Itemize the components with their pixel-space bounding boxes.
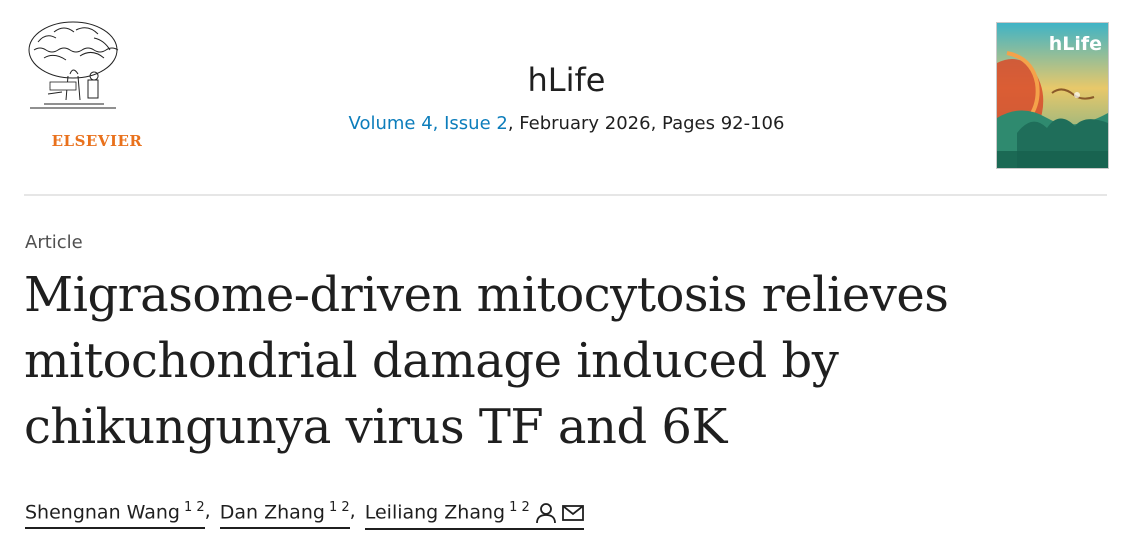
issue-line: Volume 4, Issue 2, February 2026, Pages …: [200, 112, 933, 136]
person-icon: [535, 502, 556, 524]
author-affiliations: 1 2: [183, 500, 205, 515]
author-name: Leiliang Zhang: [364, 501, 506, 524]
envelope-icon: [561, 504, 584, 521]
journal-cover-image[interactable]: hLife: [996, 22, 1109, 169]
header-divider: [24, 194, 1107, 196]
author-affiliations: 1 2: [509, 500, 530, 515]
article-title: Migrasome-driven mitocytosis relieves mi…: [24, 267, 949, 455]
elsevier-tree-logo-icon: [28, 21, 119, 109]
author-link[interactable]: Leiliang Zhang 1 2: [364, 500, 584, 530]
issue-link[interactable]: Volume 4, Issue 2: [349, 113, 508, 134]
publisher-name: ELSEVIER: [51, 132, 143, 150]
publisher-logo[interactable]: ELSEVIER: [24, 20, 142, 150]
author-name: Dan Zhang: [219, 501, 325, 524]
author-list: Shengnan Wang 1 2, Dan Zhang 1 2, Leiliang…: [25, 500, 584, 530]
author-link[interactable]: Dan Zhang 1 2: [219, 500, 350, 530]
author-affiliations: 1 2: [328, 500, 350, 515]
author-link[interactable]: Shengnan Wang 1 2: [25, 500, 205, 530]
issue-details: , February 2026, Pages 92-106: [507, 113, 785, 134]
cover-title: hLife: [1048, 33, 1102, 55]
journal-title[interactable]: hLife: [200, 58, 933, 102]
article-type: Article: [25, 232, 83, 253]
author-separator: ,: [349, 500, 356, 522]
journal-header: hLife Volume 4, Issue 2, February 2026, …: [200, 58, 933, 136]
author-separator: ,: [204, 500, 211, 522]
author-name: Shengnan Wang: [25, 501, 180, 524]
